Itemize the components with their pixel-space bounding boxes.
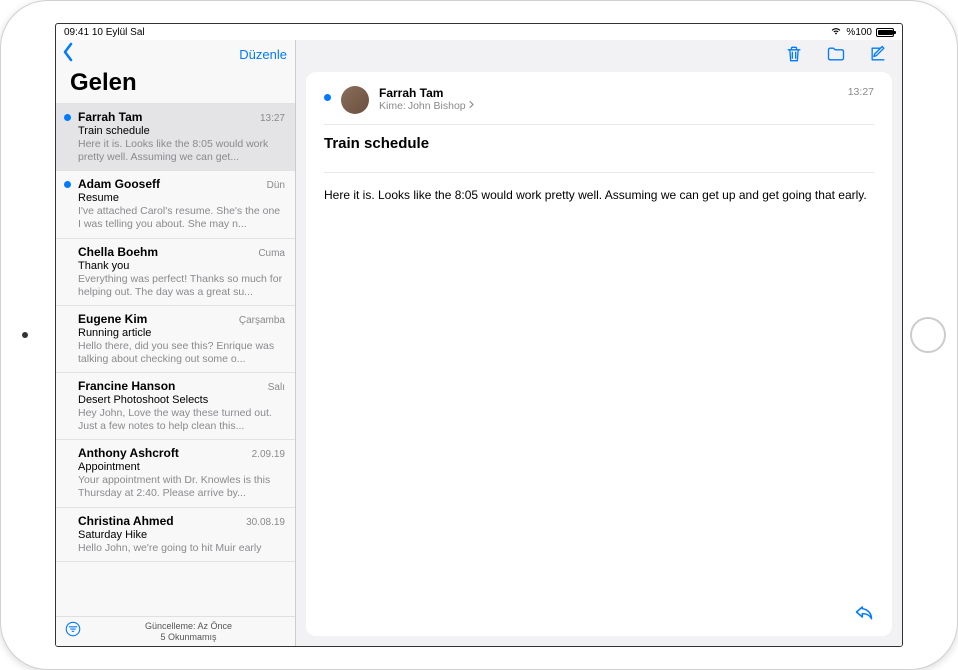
mail-sender: Chella Boehm xyxy=(78,245,158,259)
mail-item[interactable]: Farrah Tam 13:27Train scheduleHere it is.… xyxy=(56,103,295,171)
mail-item-header: Adam Gooseff Dün xyxy=(78,177,285,191)
mail-sender: Adam Gooseff xyxy=(78,177,160,191)
camera xyxy=(22,332,28,338)
app-content: Düzenle Gelen Farrah Tam13:27Train sched… xyxy=(56,40,902,646)
mail-subject: Desert Photoshoot Selects xyxy=(78,394,285,406)
mail-item[interactable]: Adam Gooseff DünResumeI've attached Carol… xyxy=(56,171,295,238)
message-time: 13:27 xyxy=(848,86,874,98)
message-body: Here it is. Looks like the 8:05 would wo… xyxy=(324,187,874,622)
mail-item-header: Christina Ahmed 30.08.19 xyxy=(78,514,285,528)
chevron-right-icon xyxy=(468,100,475,112)
mail-preview: Your appointment with Dr. Knowles is thi… xyxy=(78,474,285,500)
ipad-device: 09:41 10 Eylül Sal %100 Düzenle Gel xyxy=(0,0,958,670)
footer-updated: Güncelleme: Az Önce xyxy=(90,621,287,632)
mail-time: Cuma xyxy=(258,248,285,259)
mail-item-header: Chella Boehm Cuma xyxy=(78,245,285,259)
detail-toolbar xyxy=(296,40,902,72)
mail-sender: Christina Ahmed xyxy=(78,514,174,528)
mail-sender: Francine Hanson xyxy=(78,379,175,393)
message-subject: Train schedule xyxy=(324,135,874,162)
mail-preview: Here it is. Looks like the 8:05 would wo… xyxy=(78,138,285,164)
message-recipient-row[interactable]: Kime: John Bishop xyxy=(379,100,838,112)
wifi-icon xyxy=(830,26,842,39)
footer-unread: 5 Okunmamış xyxy=(90,632,287,643)
mail-time: 2.09.19 xyxy=(252,449,285,460)
home-button[interactable] xyxy=(910,317,946,353)
sender-avatar[interactable] xyxy=(341,86,369,114)
status-right: %100 xyxy=(830,26,894,39)
screen: 09:41 10 Eylül Sal %100 Düzenle Gel xyxy=(55,23,903,647)
filter-icon[interactable] xyxy=(64,620,82,643)
unread-indicator xyxy=(324,94,331,101)
inbox-title: Gelen xyxy=(56,67,295,103)
mail-item[interactable]: Chella Boehm CumaThank youEverything was … xyxy=(56,239,295,306)
unread-dot xyxy=(64,181,71,188)
mail-preview: I've attached Carol's resume. She's the … xyxy=(78,205,285,231)
mail-subject: Running article xyxy=(78,327,285,339)
mail-time: Dün xyxy=(267,180,285,191)
mail-time: 30.08.19 xyxy=(246,517,285,528)
mail-subject: Saturday Hike xyxy=(78,529,285,541)
mail-sender: Anthony Ashcroft xyxy=(78,446,179,460)
subject-divider: Train schedule xyxy=(324,124,874,162)
detail-pane: Farrah Tam Kime: John Bishop 13:27 xyxy=(296,40,902,646)
mail-subject: Train schedule xyxy=(78,125,285,137)
status-time: 09:41 xyxy=(64,27,89,38)
mail-time: Çarşamba xyxy=(239,315,285,326)
trash-button[interactable] xyxy=(784,44,804,69)
compose-button[interactable] xyxy=(868,44,888,69)
battery-percent: %100 xyxy=(846,27,872,38)
mail-sender: Eugene Kim xyxy=(78,312,147,326)
footer-status: Güncelleme: Az Önce 5 Okunmamış xyxy=(90,621,287,643)
mail-preview: Hello John, we're going to hit Muir earl… xyxy=(78,542,285,555)
battery-icon xyxy=(876,28,894,37)
mail-item[interactable]: Anthony Ashcroft 2.09.19AppointmentYour a… xyxy=(56,440,295,507)
status-bar: 09:41 10 Eylül Sal %100 xyxy=(56,24,902,40)
to-label: Kime: xyxy=(379,100,406,112)
sidebar-footer: Güncelleme: Az Önce 5 Okunmamış xyxy=(56,616,295,646)
divider xyxy=(324,172,874,173)
mail-subject: Thank you xyxy=(78,260,285,272)
mail-preview: Hello there, did you see this? Enrique w… xyxy=(78,340,285,366)
status-left: 09:41 10 Eylül Sal xyxy=(64,27,145,38)
mail-time: Salı xyxy=(268,382,285,393)
message-header: Farrah Tam Kime: John Bishop 13:27 xyxy=(324,86,874,124)
message-sender[interactable]: Farrah Tam xyxy=(379,86,838,100)
status-date: 10 Eylül Sal xyxy=(92,27,145,38)
back-button[interactable] xyxy=(60,42,76,67)
mail-item-header: Anthony Ashcroft 2.09.19 xyxy=(78,446,285,460)
mail-item[interactable]: Francine Hanson SalıDesert Photoshoot Sel… xyxy=(56,373,295,440)
mail-subject: Resume xyxy=(78,192,285,204)
mail-list[interactable]: Farrah Tam 13:27Train scheduleHere it is.… xyxy=(56,103,295,616)
mail-time: 13:27 xyxy=(260,113,285,124)
mail-item[interactable]: Christina Ahmed 30.08.19Saturday HikeHell… xyxy=(56,508,295,562)
mail-subject: Appointment xyxy=(78,461,285,473)
mail-item[interactable]: Eugene Kim ÇarşambaRunning articleHello t… xyxy=(56,306,295,373)
to-name: John Bishop xyxy=(408,100,466,112)
mail-item-header: Francine Hanson Salı xyxy=(78,379,285,393)
mail-preview: Hey John, Love the way these turned out.… xyxy=(78,407,285,433)
sidebar-header: Düzenle xyxy=(56,40,295,67)
mail-item-header: Eugene Kim Çarşamba xyxy=(78,312,285,326)
sidebar: Düzenle Gelen Farrah Tam 13:27Train sched… xyxy=(56,40,296,646)
message-card: Farrah Tam Kime: John Bishop 13:27 xyxy=(306,72,892,636)
unread-dot xyxy=(64,114,71,121)
mail-sender: Farrah Tam xyxy=(78,110,142,124)
mail-preview: Everything was perfect! Thanks so much f… xyxy=(78,273,285,299)
message-meta: Farrah Tam Kime: John Bishop xyxy=(379,86,838,112)
edit-button[interactable]: Düzenle xyxy=(239,47,287,62)
move-folder-button[interactable] xyxy=(826,44,846,69)
reply-button[interactable] xyxy=(854,603,874,626)
mail-item-header: Farrah Tam 13:27 xyxy=(78,110,285,124)
